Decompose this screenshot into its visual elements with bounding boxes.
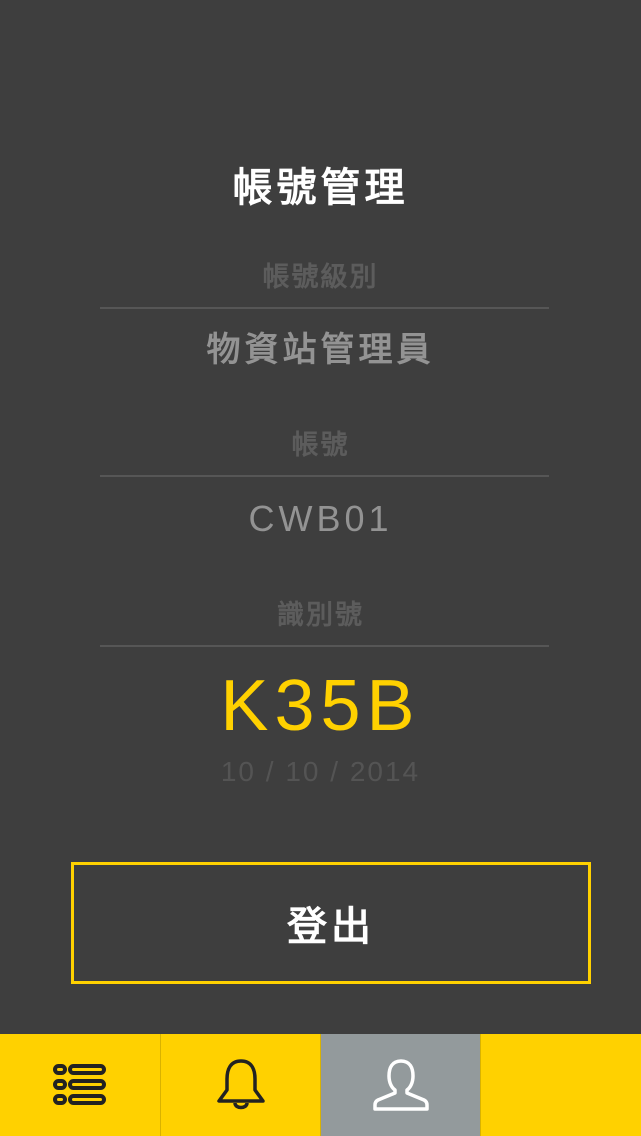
bell-icon	[216, 1059, 265, 1110]
id-number-value: K35B	[220, 666, 421, 746]
id-number-label: 識別號	[277, 600, 364, 631]
tab-list[interactable]	[0, 1034, 161, 1136]
account-value: CWB01	[248, 498, 393, 539]
logout-button[interactable]: 登出	[71, 862, 591, 984]
page-title: 帳號管理	[232, 165, 409, 211]
divider	[100, 645, 549, 647]
tab-empty[interactable]	[481, 1034, 641, 1136]
divider	[100, 307, 549, 309]
account-level-label: 帳號級別	[262, 262, 379, 293]
tab-bar	[0, 1034, 641, 1136]
list-icon	[53, 1064, 106, 1105]
divider	[100, 475, 549, 477]
account-level-value: 物資站管理員	[206, 330, 435, 370]
user-icon	[372, 1059, 429, 1111]
tab-profile[interactable]	[321, 1034, 481, 1136]
tab-notifications[interactable]	[161, 1034, 321, 1136]
account-label: 帳號	[291, 430, 350, 461]
date-text: 10 / 10 / 2014	[220, 756, 421, 787]
